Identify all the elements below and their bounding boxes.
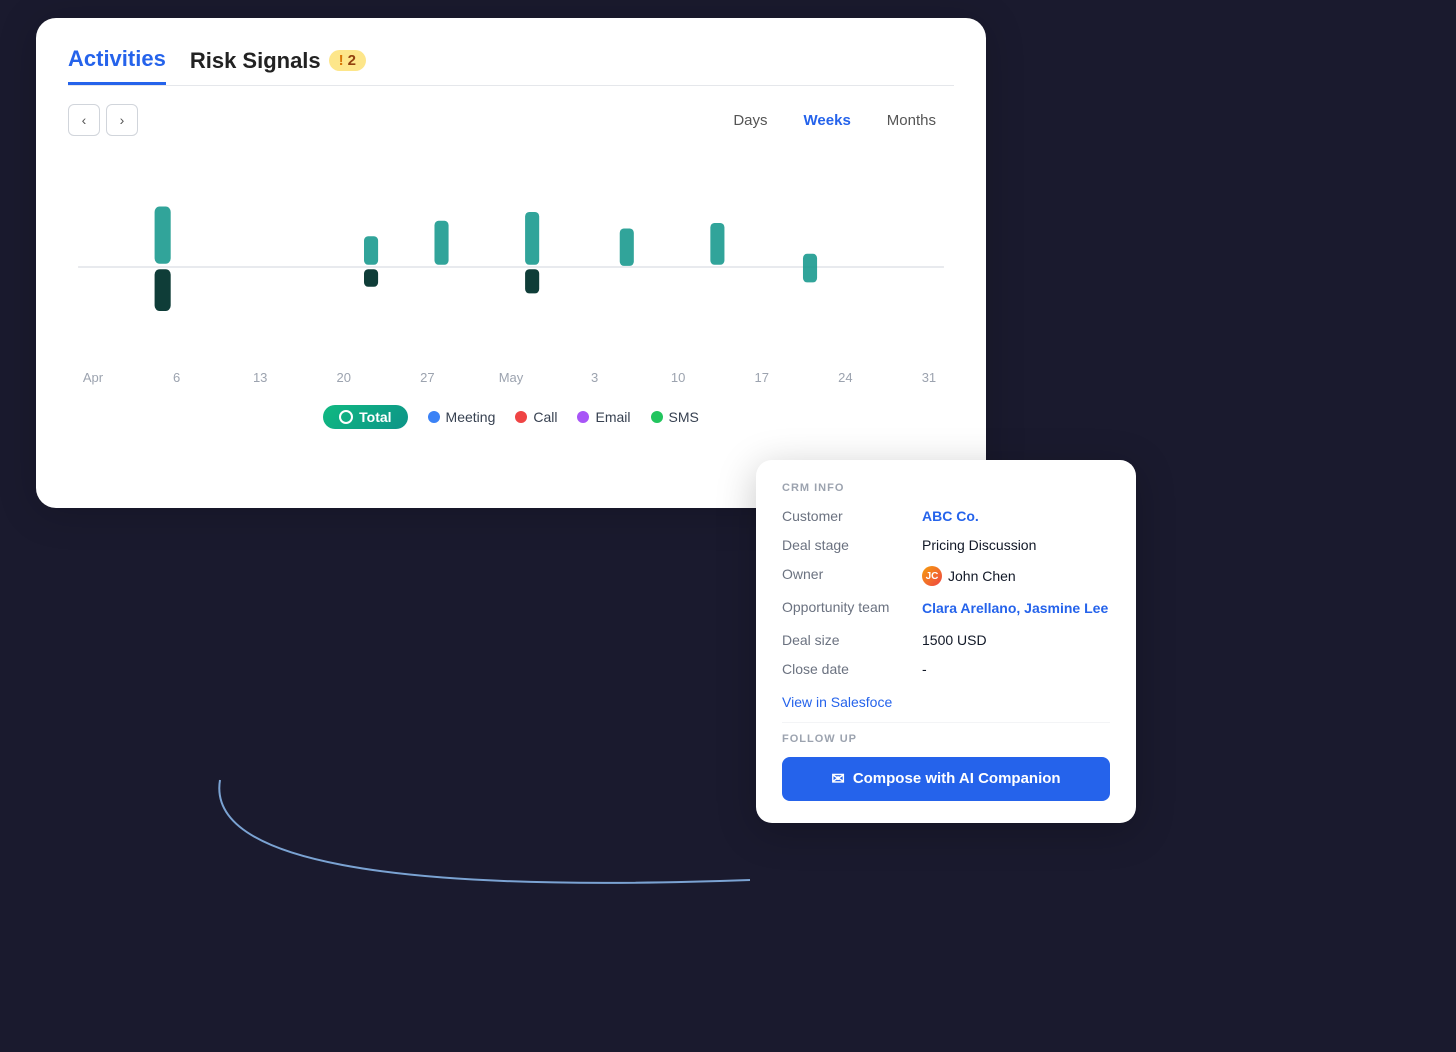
activities-chart	[68, 146, 954, 366]
x-label-6: 6	[162, 370, 192, 385]
chart-legend: Total Meeting Call Email SMS	[68, 405, 954, 429]
crm-close-date-row: Close date -	[782, 661, 1110, 677]
chart-area	[68, 146, 954, 366]
crm-opp-team-value[interactable]: Clara Arellano, Jasmine Lee	[922, 599, 1108, 619]
crm-deal-size-label: Deal size	[782, 632, 922, 648]
view-months[interactable]: Months	[869, 108, 954, 133]
legend-total[interactable]: Total	[323, 405, 407, 429]
crm-card: CRM INFO Customer ABC Co. Deal stage Pri…	[756, 460, 1136, 823]
x-label-may: May	[496, 370, 526, 385]
x-label-13: 13	[245, 370, 275, 385]
x-label-3: 3	[580, 370, 610, 385]
card-divider	[782, 722, 1110, 723]
sms-dot-icon	[651, 411, 663, 423]
crm-deal-stage-row: Deal stage Pricing Discussion	[782, 537, 1110, 553]
legend-sms[interactable]: SMS	[651, 409, 699, 425]
legend-call[interactable]: Call	[515, 409, 557, 425]
owner-avatar: JC	[922, 566, 942, 586]
risk-badge: ! 2	[329, 50, 366, 71]
view-weeks[interactable]: Weeks	[786, 108, 869, 133]
total-ring-icon	[339, 410, 353, 424]
x-axis-labels: Apr 6 13 20 27 May 3 10 17 24 31	[68, 370, 954, 385]
crm-deal-stage-value: Pricing Discussion	[922, 537, 1036, 553]
crm-deal-size-row: Deal size 1500 USD	[782, 632, 1110, 648]
tab-activities[interactable]: Activities	[68, 46, 166, 85]
x-label-17: 17	[747, 370, 777, 385]
view-toggle: Days Weeks Months	[715, 108, 954, 133]
legend-email[interactable]: Email	[577, 409, 630, 425]
tab-risk-signals[interactable]: Risk Signals ! 2	[190, 48, 366, 84]
crm-owner-value: John Chen	[948, 568, 1016, 584]
follow-up-section-label: FOLLOW UP	[782, 733, 1110, 745]
x-label-24: 24	[830, 370, 860, 385]
view-salesforce-link[interactable]: View in Salesfoce	[782, 694, 892, 710]
x-label-20: 20	[329, 370, 359, 385]
x-label-27: 27	[412, 370, 442, 385]
crm-customer-row: Customer ABC Co.	[782, 508, 1110, 524]
compose-ai-button[interactable]: ✉ Compose with AI Companion	[782, 757, 1110, 801]
email-dot-icon	[577, 411, 589, 423]
x-label-10: 10	[663, 370, 693, 385]
crm-opp-team-label: Opportunity team	[782, 599, 922, 615]
x-label-apr: Apr	[78, 370, 108, 385]
call-dot-icon	[515, 411, 527, 423]
compose-btn-label: Compose with AI Companion	[853, 770, 1061, 787]
crm-deal-size-value: 1500 USD	[922, 632, 987, 648]
crm-customer-label: Customer	[782, 508, 922, 524]
crm-opp-team-row: Opportunity team Clara Arellano, Jasmine…	[782, 599, 1110, 619]
crm-owner-label: Owner	[782, 566, 922, 582]
crm-deal-stage-label: Deal stage	[782, 537, 922, 553]
view-days[interactable]: Days	[715, 108, 785, 133]
chart-controls: ‹ › Days Weeks Months	[68, 104, 954, 136]
activities-card: Activities Risk Signals ! 2 ‹ › Days Wee…	[36, 18, 986, 508]
crm-close-date-label: Close date	[782, 661, 922, 677]
prev-button[interactable]: ‹	[68, 104, 100, 136]
crm-section-label: CRM INFO	[782, 482, 1110, 494]
crm-close-date-value: -	[922, 661, 927, 677]
mail-icon: ✉	[831, 769, 844, 789]
tab-bar: Activities Risk Signals ! 2	[68, 46, 954, 86]
next-button[interactable]: ›	[106, 104, 138, 136]
legend-meeting[interactable]: Meeting	[428, 409, 496, 425]
crm-owner-value-container: JC John Chen	[922, 566, 1016, 586]
meeting-dot-icon	[428, 411, 440, 423]
nav-buttons: ‹ ›	[68, 104, 138, 136]
crm-customer-value[interactable]: ABC Co.	[922, 508, 979, 524]
crm-owner-row: Owner JC John Chen	[782, 566, 1110, 586]
x-label-31: 31	[914, 370, 944, 385]
